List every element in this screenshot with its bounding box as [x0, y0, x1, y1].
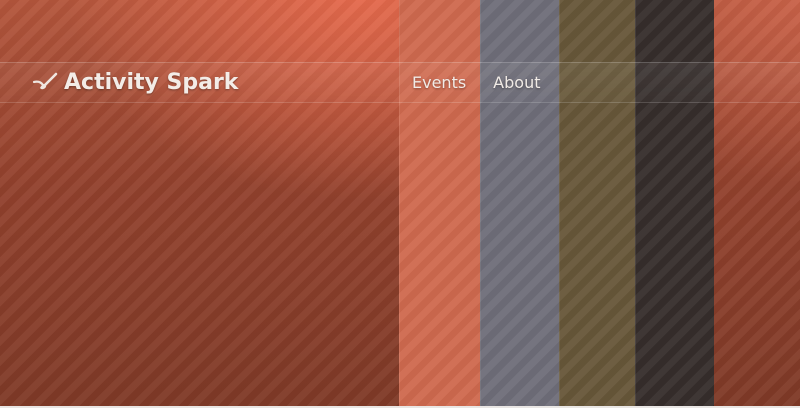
- main-nav: Events About: [399, 62, 540, 102]
- nav-item-about[interactable]: About: [493, 73, 540, 92]
- logo[interactable]: Activity Spark: [32, 66, 238, 98]
- spark-checkmark-icon: [32, 72, 58, 90]
- nav-item-events[interactable]: Events: [412, 73, 466, 92]
- page: Activity Spark Events About: [0, 0, 800, 408]
- app-title: Activity Spark: [64, 69, 239, 95]
